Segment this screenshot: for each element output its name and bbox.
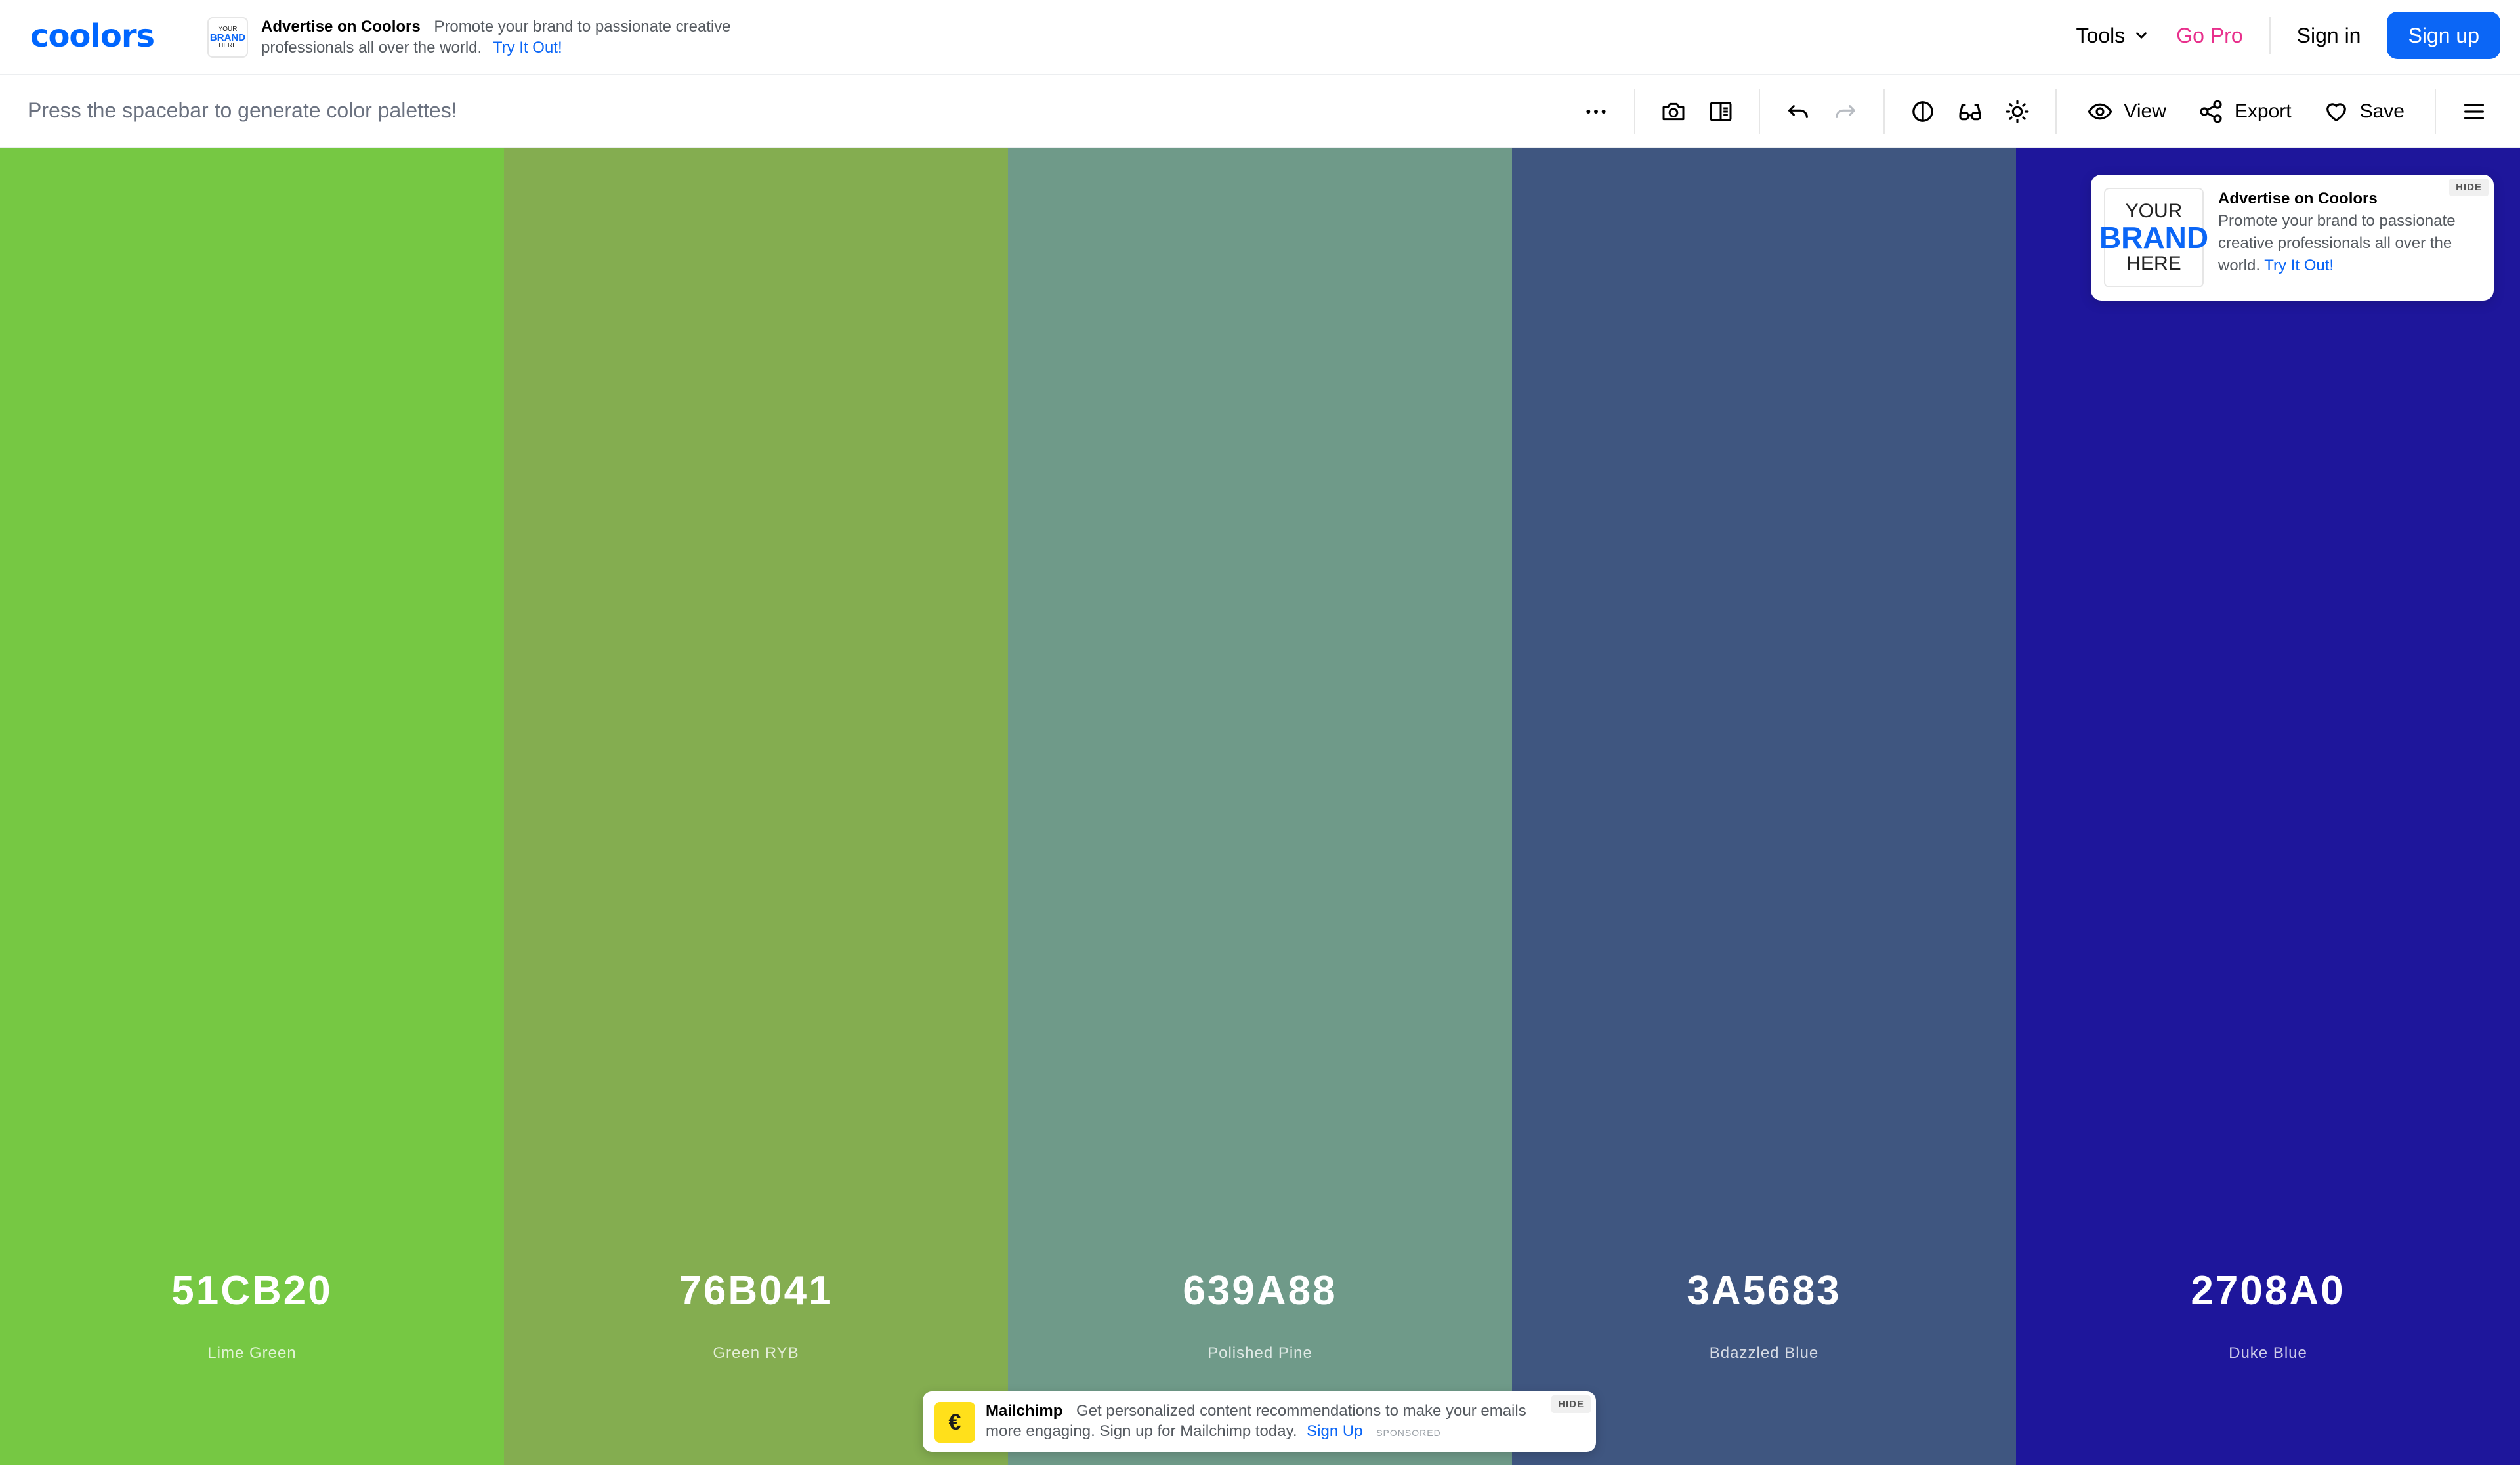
hex-code[interactable]: 51CB20	[0, 1267, 504, 1314]
ad-card-cta-link[interactable]: Try It Out!	[2264, 257, 2334, 274]
color-name: Polished Pine	[1208, 1344, 1312, 1362]
more-options-icon[interactable]	[1572, 88, 1620, 135]
hide-ad-button[interactable]: HIDE	[2449, 179, 2488, 196]
hex-code[interactable]: 3A5683	[1512, 1267, 2016, 1314]
top-navbar: coolors YOUR BRAND HERE Advertise on Coo…	[0, 0, 2520, 75]
color-name: Duke Blue	[2229, 1344, 2307, 1362]
brand-placeholder-logo: YOUR BRAND HERE	[2099, 188, 2208, 287]
nav-divider	[2269, 17, 2271, 54]
glasses-icon[interactable]	[1946, 88, 1994, 135]
hide-sponsor-button[interactable]: HIDE	[1551, 1395, 1591, 1413]
redo-icon[interactable]	[1822, 88, 1869, 135]
color-swatch[interactable]: 51CB20 Lime Green	[0, 148, 504, 1465]
ad-card-body: Promote your brand to passionate creativ…	[2218, 212, 2456, 274]
hex-code[interactable]: 639A88	[1008, 1267, 1512, 1314]
brightness-icon[interactable]	[1994, 88, 2041, 135]
hex-code[interactable]: 76B041	[504, 1267, 1008, 1314]
sign-in-link[interactable]: Sign in	[2297, 24, 2361, 48]
ad-card-title: Advertise on Coolors	[2218, 190, 2378, 207]
view-button[interactable]: View	[2087, 98, 2166, 125]
color-swatch[interactable]: 3A5683 Bdazzled Blue	[1512, 148, 2016, 1465]
color-swatch[interactable]: 76B041 Green RYB	[504, 148, 1008, 1465]
logo-text: coolors	[30, 18, 155, 54]
toolbar-divider	[2435, 89, 2436, 134]
camera-icon[interactable]	[1650, 88, 1697, 135]
palette-toolbar: Press the spacebar to generate color pal…	[0, 75, 2520, 148]
mailchimp-logo: €	[934, 1402, 975, 1443]
contrast-icon[interactable]	[1899, 88, 1946, 135]
ad-card-text: Advertise on Coolors Promote your brand …	[2218, 188, 2481, 277]
nav-right: Tools Go Pro Sign in Sign up	[2076, 0, 2500, 71]
color-name: Lime Green	[207, 1344, 297, 1362]
go-pro-link[interactable]: Go Pro	[2176, 24, 2242, 48]
eye-icon	[2088, 103, 2112, 120]
hex-code[interactable]: 2708A0	[2016, 1267, 2520, 1314]
spacebar-hint: Press the spacebar to generate color pal…	[28, 98, 457, 122]
toolbar-divider	[1883, 89, 1885, 134]
chevron-down-icon	[2136, 32, 2147, 39]
tools-menu[interactable]: Tools	[2076, 24, 2151, 48]
color-name: Green RYB	[713, 1344, 799, 1362]
top-ad-title: Advertise on Coolors	[261, 18, 421, 35]
share-icon	[2200, 100, 2222, 123]
coolors-logo[interactable]: coolors	[30, 18, 155, 54]
sponsor-banner[interactable]: € Mailchimp Get personalized content rec…	[923, 1391, 1596, 1452]
save-label: Save	[2359, 100, 2404, 122]
top-ad-text: Advertise on Coolors Promote your brand …	[261, 16, 786, 58]
tools-label: Tools	[2076, 23, 2126, 47]
sponsor-cta-link[interactable]: Sign Up	[1307, 1422, 1362, 1440]
color-name: Bdazzled Blue	[1709, 1344, 1819, 1362]
view-label: View	[2124, 100, 2166, 122]
advertise-card[interactable]: YOUR BRAND HERE Advertise on Coolors Pro…	[2091, 175, 2494, 301]
color-swatch[interactable]: 2708A0 Duke Blue	[2016, 148, 2520, 1465]
sponsored-tag: SPONSORED	[1376, 1428, 1441, 1438]
brand-placeholder-logo: YOUR BRAND HERE	[207, 17, 248, 58]
top-ad-cta-link[interactable]: Try It Out!	[493, 39, 562, 56]
sign-up-button[interactable]: Sign up	[2387, 12, 2500, 59]
color-palette: 51CB20 Lime Green 76B041 Green RYB 639A8…	[0, 148, 2520, 1465]
export-label: Export	[2234, 100, 2292, 122]
heart-icon	[2326, 103, 2346, 121]
menu-icon[interactable]	[2450, 88, 2498, 135]
undo-icon[interactable]	[1774, 88, 1822, 135]
toolbar-actions: View Export Save	[1572, 75, 2498, 148]
save-button[interactable]: Save	[2323, 98, 2404, 125]
sponsor-title: Mailchimp	[986, 1402, 1063, 1420]
color-swatch[interactable]: 639A88 Polished Pine	[1008, 148, 1512, 1465]
top-ad-banner[interactable]: YOUR BRAND HERE Advertise on Coolors Pro…	[207, 14, 786, 60]
side-panel-icon[interactable]	[1697, 88, 1744, 135]
sponsor-text: Mailchimp Get personalized content recom…	[986, 1401, 1537, 1443]
toolbar-divider	[2055, 89, 2057, 134]
toolbar-divider	[1634, 89, 1636, 134]
sponsor-body: Get personalized content recommendations…	[986, 1402, 1526, 1440]
toolbar-divider	[1759, 89, 1761, 134]
export-button[interactable]: Export	[2198, 98, 2292, 125]
